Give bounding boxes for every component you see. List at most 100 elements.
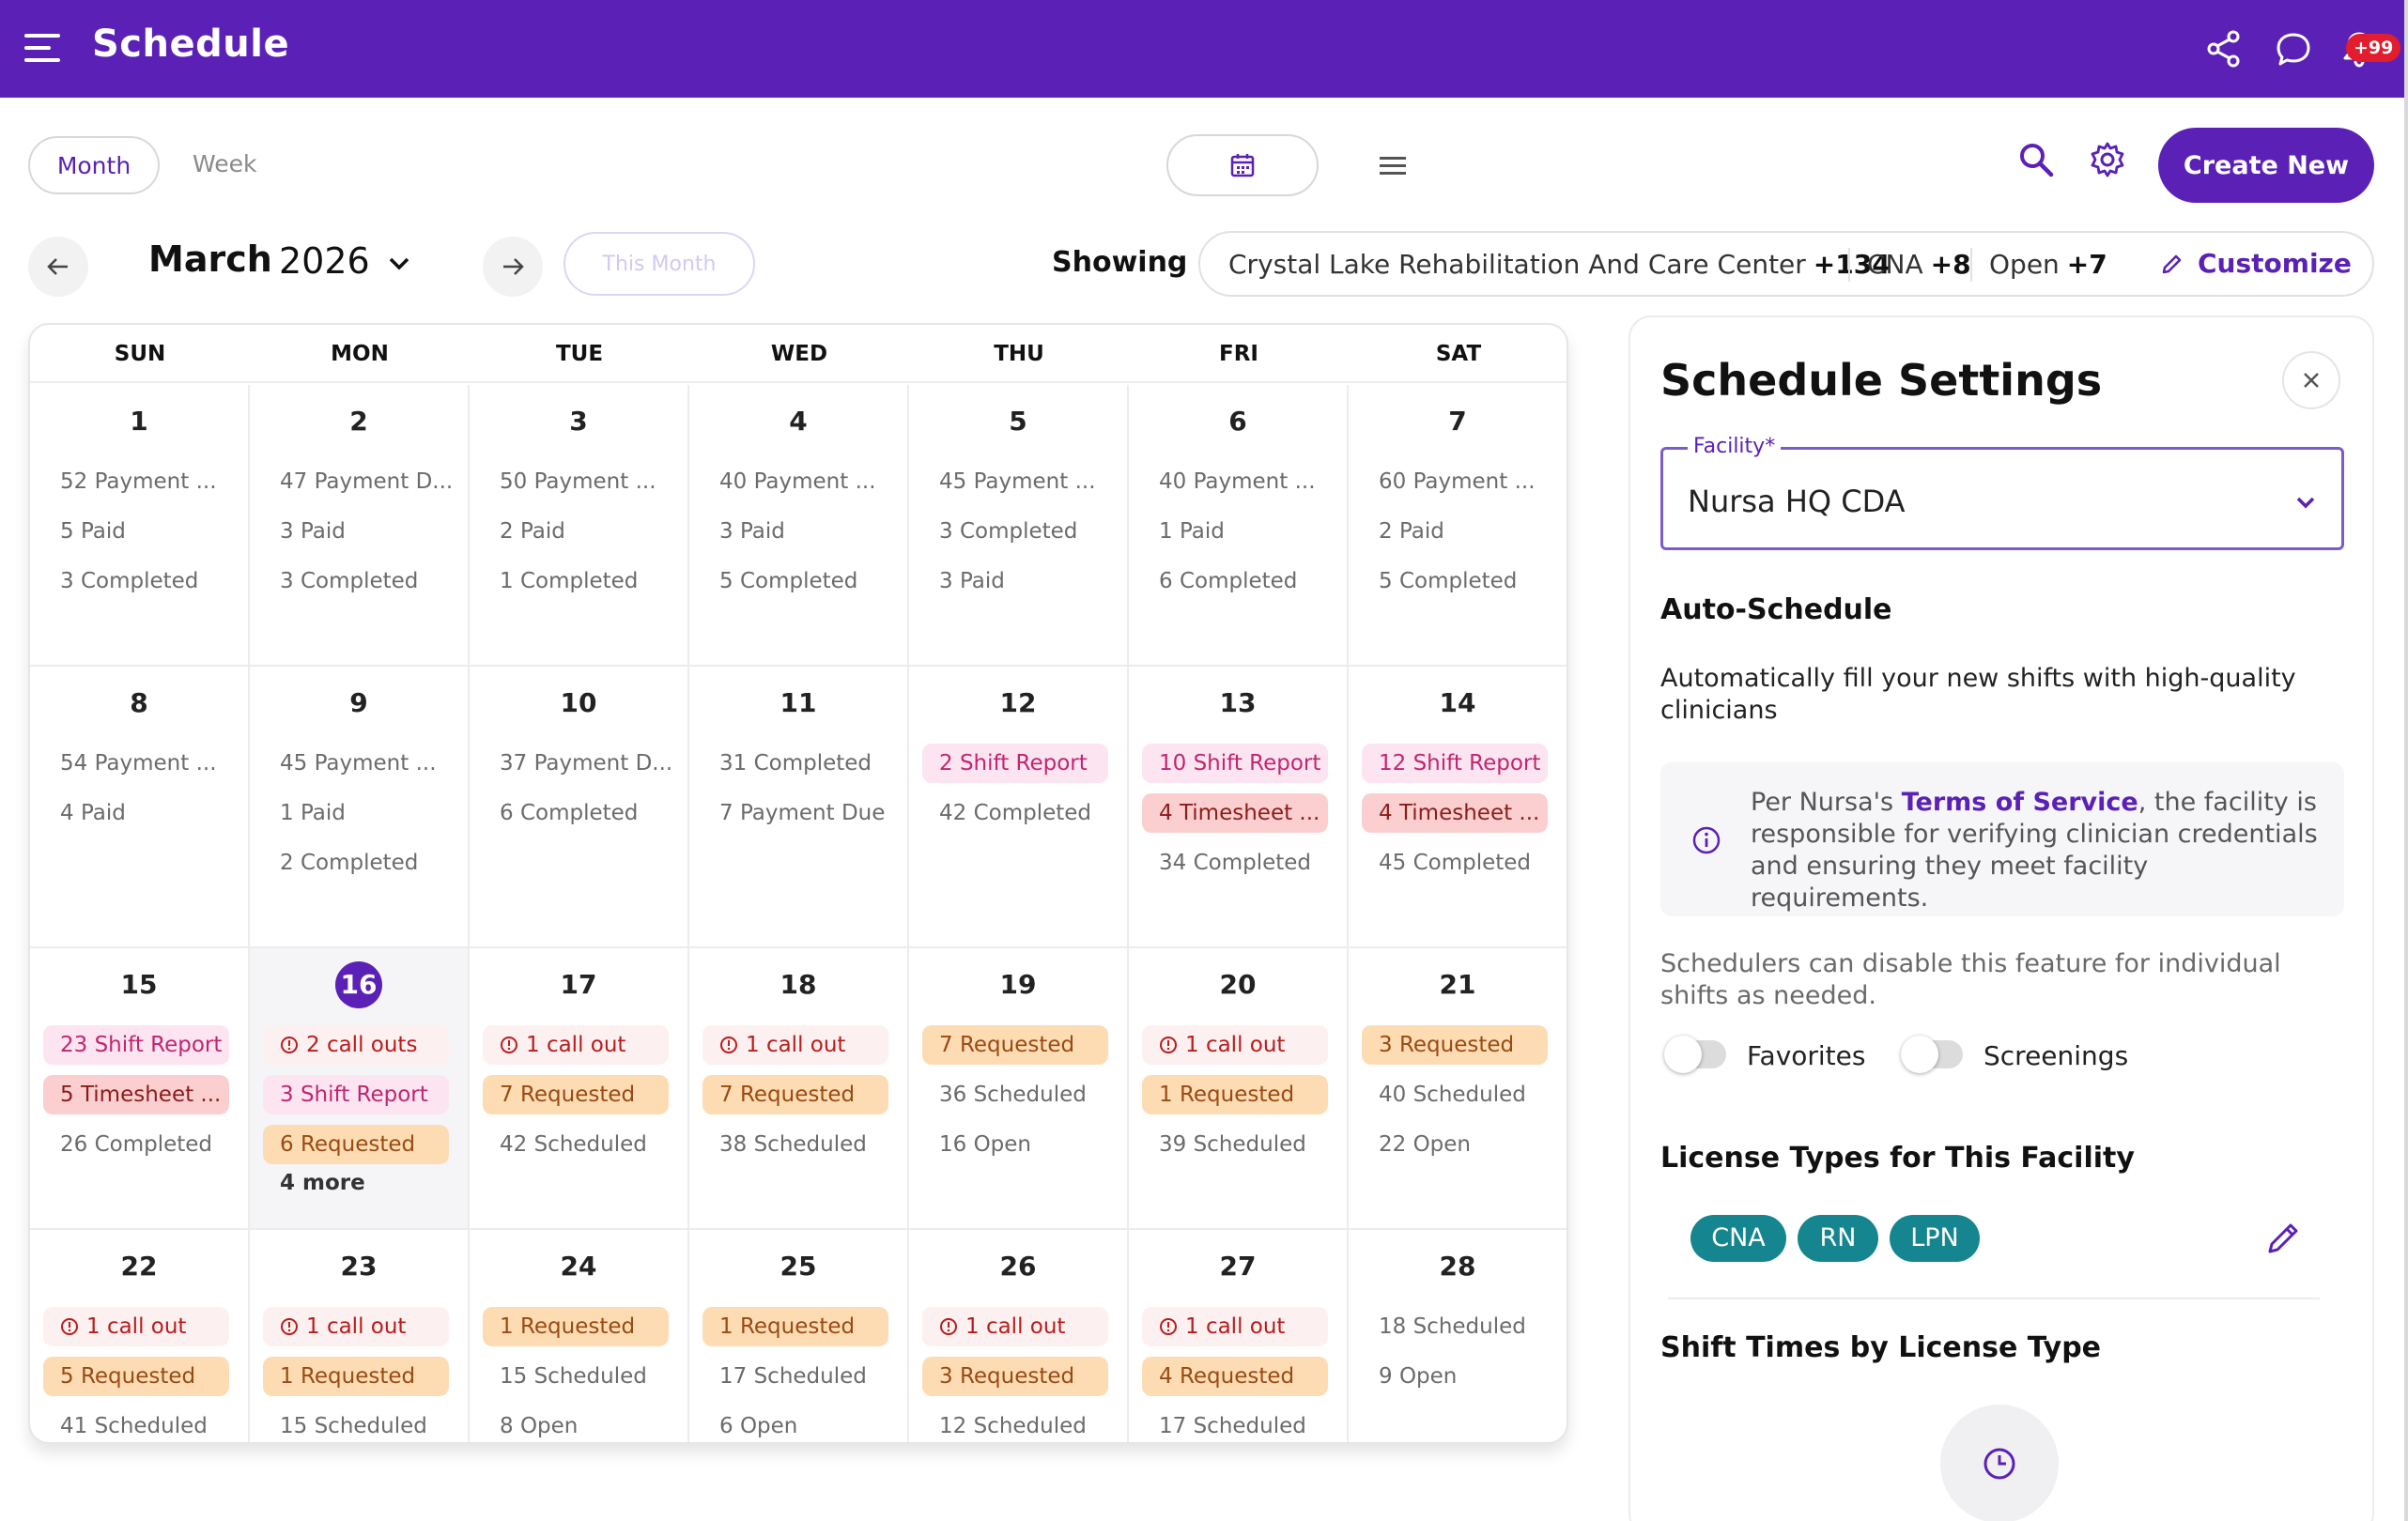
shift-report-chip[interactable]: 23 Shift Report — [43, 1025, 229, 1065]
day-number-text: 15 — [120, 969, 158, 1000]
shift-report-chip[interactable]: 10 Shift Report — [1142, 744, 1328, 783]
callout-chip[interactable]: 1 call out — [1142, 1307, 1328, 1346]
gear-icon[interactable] — [2087, 139, 2128, 180]
callout-chip[interactable]: 1 call out — [702, 1025, 888, 1065]
day-cell-6[interactable]: 6 40 Payment ... 1 Paid 6 Completed — [1129, 385, 1349, 667]
day-cell-24[interactable]: 24 1 Requested 15 Scheduled 8 Open — [470, 1230, 689, 1442]
calendar-view-button[interactable] — [1166, 134, 1319, 196]
day-number-text: 11 — [780, 687, 817, 718]
requested-chip[interactable]: 4 Requested — [1142, 1357, 1328, 1396]
day-cell-21[interactable]: 21 3 Requested 40 Scheduled 22 Open — [1349, 948, 1567, 1230]
facility-filter[interactable]: Crystal Lake Rehabilitation And Care Cen… — [1228, 249, 1891, 280]
day-number: 24 — [470, 1251, 687, 1282]
day-cell-22[interactable]: 22 1 call out 5 Requested 41 Scheduled — [30, 1230, 250, 1442]
shift-report-chip[interactable]: 12 Shift Report — [1362, 744, 1548, 783]
month-view-button[interactable]: Month — [28, 136, 160, 194]
create-new-button[interactable]: Create New — [2158, 128, 2374, 203]
week-view-button[interactable]: Week — [193, 150, 257, 177]
chevron-down-icon[interactable] — [385, 250, 413, 278]
favorites-toggle[interactable] — [1664, 1036, 1726, 1073]
timesheet-chip[interactable]: 5 Timesheet ... — [43, 1075, 229, 1114]
day-cell-1[interactable]: 1 52 Payment ... 5 Paid 3 Completed — [30, 385, 250, 667]
requested-chip[interactable]: 7 Requested — [922, 1025, 1108, 1065]
share-icon[interactable] — [2203, 28, 2245, 69]
callout-chip[interactable]: 1 call out — [263, 1307, 449, 1346]
requested-chip[interactable]: 1 Requested — [702, 1307, 888, 1346]
customize-button[interactable]: Customize — [2160, 248, 2352, 279]
callout-chip[interactable]: 1 call out — [1142, 1025, 1328, 1065]
pencil-icon[interactable] — [2263, 1219, 2303, 1258]
requested-chip[interactable]: 6 Requested — [263, 1125, 449, 1164]
day-cell-3[interactable]: 3 50 Payment ... 2 Paid 1 Completed — [470, 385, 689, 667]
shift-report-chip[interactable]: 2 Shift Report — [922, 744, 1108, 783]
day-cell-2[interactable]: 2 47 Payment D... 3 Paid 3 Completed — [250, 385, 470, 667]
more-link[interactable]: 4 more — [280, 1171, 365, 1195]
terms-of-service-link[interactable]: Terms of Service — [1902, 788, 2138, 817]
day-cell-9[interactable]: 9 45 Payment ... 1 Paid 2 Completed — [250, 667, 470, 948]
day-cell-18[interactable]: 18 1 call out 7 Requested 38 Scheduled — [689, 948, 909, 1230]
day-cell-14[interactable]: 14 12 Shift Report 4 Timesheet ... 45 Compl… — [1349, 667, 1567, 948]
day-summary-text: 1 Paid — [1159, 519, 1225, 544]
license-filter[interactable]: CNA +8 — [1867, 249, 1971, 280]
day-summary-text: 6 Completed — [500, 801, 639, 825]
day-cell-11[interactable]: 11 31 Completed 7 Payment Due — [689, 667, 909, 948]
shift-times-heading: Shift Times by License Type — [1660, 1331, 2102, 1364]
requested-chip[interactable]: 5 Requested — [43, 1357, 229, 1396]
timesheet-chip[interactable]: 4 Timesheet ... — [1362, 793, 1548, 833]
day-summary-text: 15 Scheduled — [500, 1364, 647, 1389]
requested-chip[interactable]: 7 Requested — [483, 1075, 669, 1114]
callout-chip[interactable]: 1 call out — [483, 1025, 669, 1065]
day-cell-13[interactable]: 13 10 Shift Report 4 Timesheet ... 34 Compl… — [1129, 667, 1349, 948]
day-cell-7[interactable]: 7 60 Payment ... 2 Paid 5 Completed — [1349, 385, 1567, 667]
license-chip-rn[interactable]: RN — [1798, 1215, 1878, 1262]
day-cell-17[interactable]: 17 1 call out 7 Requested 42 Scheduled — [470, 948, 689, 1230]
screenings-toggle[interactable] — [1901, 1036, 1963, 1073]
requested-chip[interactable]: 1 Requested — [483, 1307, 669, 1346]
day-number-text: 28 — [1439, 1251, 1476, 1282]
day-cell-16[interactable]: 16 2 call outs 3 Shift Report 6 Requested 4 … — [250, 948, 470, 1230]
callout-chip[interactable]: 1 call out — [922, 1307, 1108, 1346]
day-cell-15[interactable]: 15 23 Shift Report 5 Timesheet ... 26 Compl… — [30, 948, 250, 1230]
day-cell-8[interactable]: 8 54 Payment ... 4 Paid — [30, 667, 250, 948]
clock-icon — [1984, 1448, 2015, 1480]
day-cell-28[interactable]: 28 18 Scheduled 9 Open — [1349, 1230, 1567, 1442]
search-icon[interactable] — [2015, 139, 2057, 180]
prev-month-button[interactable] — [28, 237, 88, 297]
license-chip-cna[interactable]: CNA — [1690, 1215, 1786, 1262]
day-cell-5[interactable]: 5 45 Payment ... 3 Completed 3 Paid — [909, 385, 1129, 667]
day-cell-26[interactable]: 26 1 call out 3 Requested 12 Scheduled — [909, 1230, 1129, 1442]
requested-chip[interactable]: 3 Requested — [1362, 1025, 1548, 1065]
menu-icon[interactable] — [24, 34, 60, 64]
day-cell-19[interactable]: 19 7 Requested 36 Scheduled 16 Open — [909, 948, 1129, 1230]
status-filter[interactable]: Open +7 — [1989, 249, 2107, 280]
day-number-text: 5 — [1009, 406, 1027, 437]
day-number: 8 — [30, 687, 248, 718]
day-number: 20 — [1129, 969, 1347, 1000]
license-chip-lpn[interactable]: LPN — [1890, 1215, 1980, 1262]
list-icon[interactable] — [1379, 154, 1407, 177]
requested-chip[interactable]: 3 Requested — [922, 1357, 1108, 1396]
shift-times-button[interactable] — [1940, 1405, 2059, 1521]
day-cell-27[interactable]: 27 1 call out 4 Requested 17 Scheduled — [1129, 1230, 1349, 1442]
day-cell-12[interactable]: 12 2 Shift Report 42 Completed — [909, 667, 1129, 948]
day-cell-20[interactable]: 20 1 call out 1 Requested 39 Scheduled — [1129, 948, 1349, 1230]
day-cell-23[interactable]: 23 1 call out 1 Requested 15 Scheduled — [250, 1230, 470, 1442]
this-month-button[interactable]: This Month — [563, 232, 755, 296]
alert-icon — [1160, 1037, 1177, 1053]
requested-chip[interactable]: 1 Requested — [1142, 1075, 1328, 1114]
facility-select[interactable]: Facility* Nursa HQ CDA — [1660, 435, 2344, 550]
next-month-button[interactable] — [483, 237, 543, 297]
filter-bar[interactable]: Crystal Lake Rehabilitation And Care Cen… — [1198, 231, 2374, 297]
requested-chip[interactable]: 7 Requested — [702, 1075, 888, 1114]
close-button[interactable] — [2282, 351, 2340, 409]
day-cell-10[interactable]: 10 37 Payment D... 6 Completed — [470, 667, 689, 948]
day-number-text: 6 — [1228, 406, 1247, 437]
callout-chip[interactable]: 2 call outs — [263, 1025, 449, 1065]
day-cell-4[interactable]: 4 40 Payment ... 3 Paid 5 Completed — [689, 385, 909, 667]
timesheet-chip[interactable]: 4 Timesheet ... — [1142, 793, 1328, 833]
chat-icon[interactable] — [2273, 28, 2314, 69]
day-cell-25[interactable]: 25 1 Requested 17 Scheduled 6 Open — [689, 1230, 909, 1442]
callout-chip[interactable]: 1 call out — [43, 1307, 229, 1346]
requested-chip[interactable]: 1 Requested — [263, 1357, 449, 1396]
shift-report-chip[interactable]: 3 Shift Report — [263, 1075, 449, 1114]
